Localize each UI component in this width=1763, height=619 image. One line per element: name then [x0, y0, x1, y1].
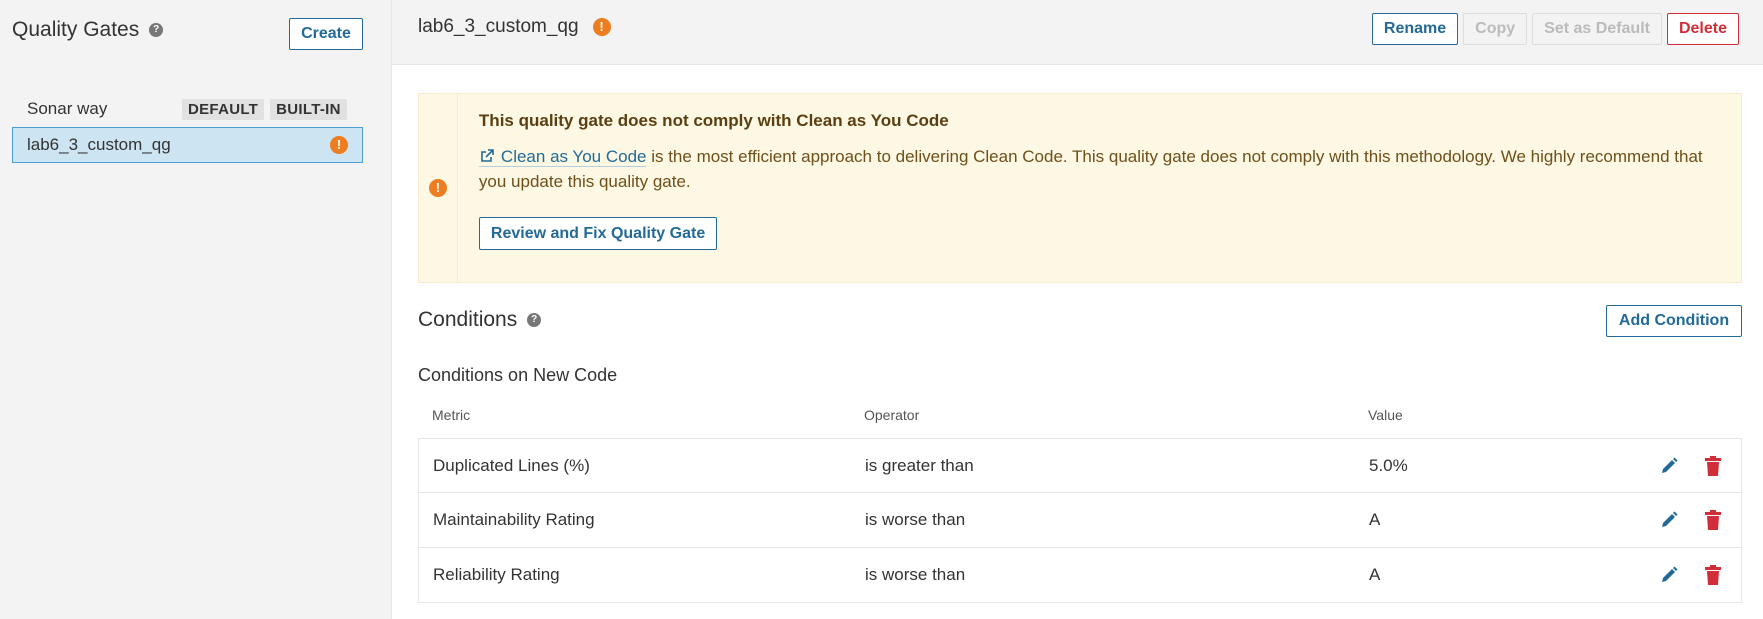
gate-item-label: lab6_3_custom_qg — [27, 135, 171, 154]
value-cell: A — [1369, 510, 1381, 529]
metric-cell: Duplicated Lines (%) — [433, 456, 590, 475]
warning-icon: ! — [428, 179, 447, 197]
table-row: Duplicated Lines (%) is greater than 5.0… — [418, 438, 1742, 493]
value-cell: 5.0% — [1369, 456, 1408, 475]
banner-description: is the most efficient approach to delive… — [478, 147, 1703, 191]
gate-header: lab6_3_custom_qg ! Rename Copy Set as De… — [392, 0, 1763, 65]
sidebar: Quality Gates ? Create Sonar way DEFAULT… — [0, 0, 392, 619]
column-header-operator: Operator — [864, 407, 920, 423]
conditions-table: Metric Operator Value Duplicated Lines (… — [418, 400, 1742, 603]
operator-cell: is greater than — [865, 456, 974, 475]
gate-actions: Rename Copy Set as Default Delete — [1371, 13, 1739, 45]
table-body: Duplicated Lines (%) is greater than 5.0… — [418, 438, 1742, 603]
operator-cell: is worse than — [865, 510, 966, 529]
default-badge: DEFAULT — [182, 98, 265, 120]
sidebar-header: Quality Gates ? — [12, 18, 164, 42]
gate-item-sonar-way[interactable]: Sonar way DEFAULT BUILT-IN — [12, 91, 363, 127]
trash-icon[interactable] — [1703, 564, 1723, 586]
warning-icon: ! — [592, 18, 611, 36]
trash-icon[interactable] — [1703, 509, 1723, 531]
gate-item-lab6-3-custom-qg[interactable]: lab6_3_custom_qg ! — [12, 127, 363, 163]
table-row: Reliability Rating is worse than A — [418, 548, 1742, 603]
conditions-title: Conditions — [418, 308, 518, 331]
warning-icon: ! — [330, 136, 348, 154]
gate-item-label: Sonar way — [27, 99, 108, 118]
rename-button[interactable]: Rename — [1371, 13, 1459, 45]
copy-button[interactable]: Copy — [1463, 13, 1528, 45]
banner-text: Clean as You Code is the most efficient … — [478, 144, 1720, 194]
help-icon[interactable]: ? — [149, 23, 164, 37]
review-and-fix-button[interactable]: Review and Fix Quality Gate — [478, 217, 718, 250]
clean-as-you-code-warning: ! This quality gate does not comply with… — [418, 93, 1742, 283]
conditions-on-new-code-title: Conditions on New Code — [418, 365, 618, 385]
banner-body: This quality gate does not comply with C… — [458, 94, 1741, 282]
conditions-header: Conditions ? — [418, 308, 542, 332]
clean-as-you-code-link[interactable]: Clean as You Code — [478, 147, 647, 167]
built-in-badge: BUILT-IN — [270, 98, 347, 120]
banner-icon-column: ! — [419, 94, 458, 282]
external-link-icon — [481, 149, 494, 162]
help-icon[interactable]: ? — [527, 313, 542, 327]
metric-cell: Maintainability Rating — [433, 510, 595, 529]
operator-cell: is worse than — [865, 565, 966, 584]
gate-title: lab6_3_custom_qg ! — [418, 16, 611, 38]
table-row: Maintainability Rating is worse than A — [418, 493, 1742, 548]
pencil-icon[interactable] — [1659, 456, 1679, 476]
column-header-metric: Metric — [432, 407, 471, 423]
trash-icon[interactable] — [1703, 455, 1723, 477]
metric-cell: Reliability Rating — [433, 565, 560, 584]
banner-title: This quality gate does not comply with C… — [478, 111, 949, 130]
pencil-icon[interactable] — [1659, 565, 1679, 585]
table-header: Metric Operator Value — [418, 400, 1742, 438]
delete-button[interactable]: Delete — [1666, 13, 1739, 45]
set-as-default-button[interactable]: Set as Default — [1532, 13, 1662, 45]
add-condition-button[interactable]: Add Condition — [1606, 305, 1742, 337]
gate-name: lab6_3_custom_qg — [418, 16, 579, 37]
create-button[interactable]: Create — [289, 18, 363, 50]
gate-badges: DEFAULT BUILT-IN — [182, 98, 347, 120]
column-header-value: Value — [1368, 407, 1403, 423]
pencil-icon[interactable] — [1659, 510, 1679, 530]
link-label: Clean as You Code — [500, 147, 647, 166]
value-cell: A — [1369, 565, 1381, 584]
page-title: Quality Gates — [12, 18, 140, 41]
